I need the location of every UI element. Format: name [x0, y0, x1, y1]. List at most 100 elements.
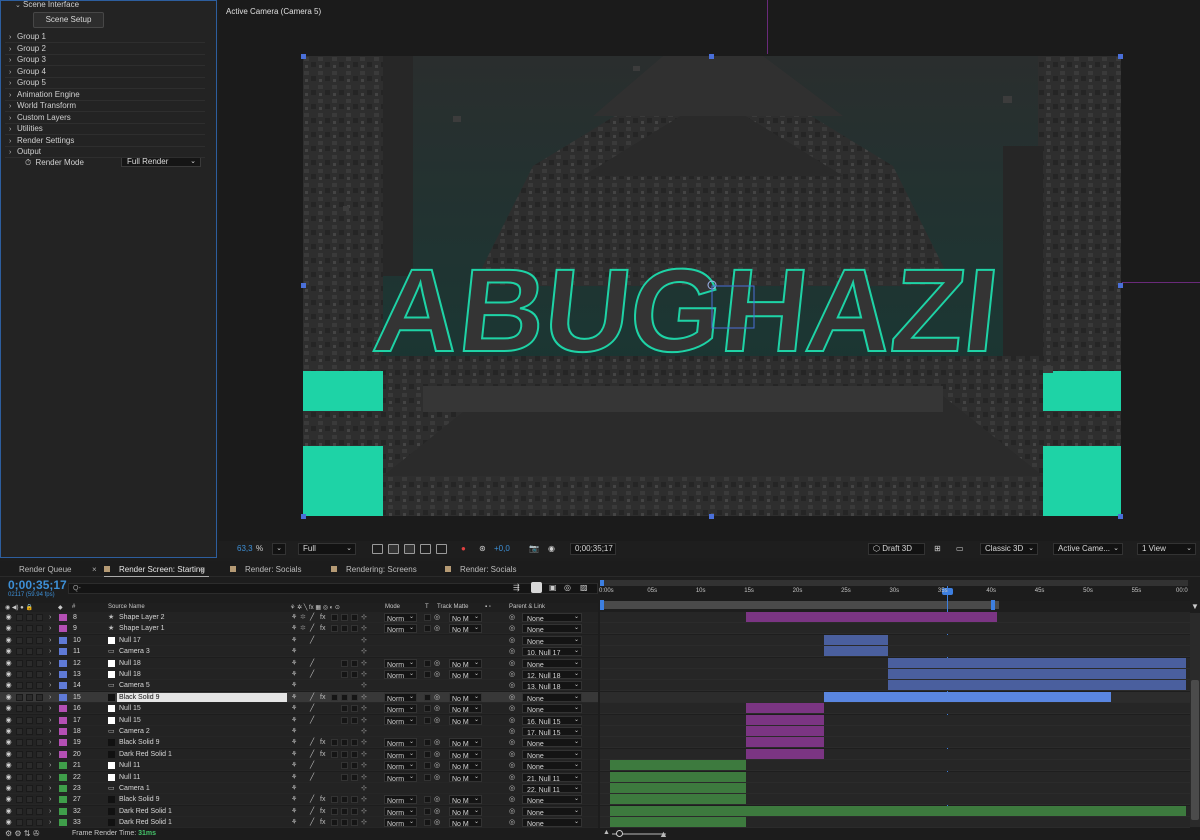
layer-row[interactable]: ◉ › 9 ★ Shape Layer 1 ⚘ ✲ ╱ fx ⊹ Norm ⌄ ◎ No M ⌄ ◎ None ⌄ [0, 623, 598, 635]
parent-dropdown[interactable]: 12. Null 18 ⌄ [522, 670, 582, 680]
frame-blend-switch[interactable] [341, 671, 348, 678]
layer-label-color[interactable] [59, 682, 67, 690]
motion-blur-switch[interactable] [351, 671, 358, 678]
layer-row[interactable]: ◉ › 10 Null 17 ⚘ ╱ ⊹ ◎ None ⌄ [0, 634, 598, 646]
effect-group-group-1[interactable]: › Group 1 [9, 31, 46, 42]
eye-icon[interactable]: ◉ [4, 612, 13, 623]
track-matte-dropdown[interactable]: No M ⌄ [449, 818, 482, 828]
track-matte-pickwhip-icon[interactable]: ◎ [434, 669, 440, 680]
quality-switch-icon[interactable]: ╱ [310, 772, 314, 783]
lock-toggle[interactable] [36, 693, 43, 701]
solo-toggle[interactable] [26, 693, 33, 701]
layer-name[interactable]: Camera 5 [119, 680, 150, 691]
frame-blend-switch[interactable] [341, 659, 348, 667]
collapse-switch-icon[interactable]: ⚘ [291, 623, 297, 634]
parent-pickwhip-icon[interactable]: ◎ [509, 749, 515, 760]
parent-dropdown[interactable]: None ⌄ [522, 818, 582, 828]
chevron-right-icon[interactable]: › [49, 692, 51, 703]
layer-name[interactable]: Null 15 [119, 703, 141, 714]
collapse-switch-icon[interactable]: ⚘ [291, 726, 297, 737]
layer-row[interactable]: ◉ › 18 ▭ Camera 2 ⚘ ⊹ ◎ 17. Null 15 ⌄ [0, 726, 598, 737]
fx-icon[interactable]: fx [320, 794, 325, 805]
blend-mode-dropdown[interactable]: Norm ⌄ [384, 749, 417, 760]
audio-toggle[interactable] [16, 716, 23, 724]
quality-switch-icon[interactable]: ╱ [310, 760, 314, 771]
track-matte-pickwhip-icon[interactable]: ◎ [434, 806, 440, 817]
layer-duration-bar[interactable] [887, 680, 1186, 691]
lock-toggle[interactable] [36, 785, 43, 792]
graph-editor-icon[interactable]: ▨ [580, 583, 588, 592]
parent-pickwhip-icon[interactable]: ◎ [509, 692, 515, 703]
collapse-switch-icon[interactable]: ⚘ [291, 612, 297, 623]
3d-layer-icon[interactable]: ⊹ [361, 715, 367, 726]
zoom-in-icon[interactable]: ▲ [659, 829, 668, 839]
preserve-transparency-switch[interactable] [424, 705, 431, 713]
layer-row[interactable]: ◉ › 8 ★ Shape Layer 2 ⚘ ✲ ╱ fx ⊹ Norm ⌄ ◎ No M ⌄ ◎ None ⌄ [0, 612, 598, 623]
chevron-right-icon[interactable]: › [49, 658, 51, 669]
preserve-transparency-switch[interactable] [424, 819, 431, 827]
chevron-right-icon[interactable]: › [49, 703, 51, 714]
solo-toggle[interactable] [26, 659, 33, 667]
layer-row[interactable]: ◉ › 14 ▭ Camera 5 ⚘ ⊹ ◎ 13. Null 18 ⌄ [0, 680, 598, 692]
eye-icon[interactable]: ◉ [4, 703, 13, 714]
layer-duration-bar[interactable] [609, 817, 747, 828]
fx-icon[interactable]: fx [320, 806, 325, 817]
track-matte-pickwhip-icon[interactable]: ◎ [434, 772, 440, 783]
tab-menu-icon[interactable]: ≡ [200, 565, 205, 574]
preserve-transparency-switch[interactable] [424, 625, 431, 633]
chevron-right-icon[interactable]: › [49, 646, 51, 657]
track-matte-pickwhip-icon[interactable]: ◎ [434, 692, 440, 703]
renderer-mode-dropdown[interactable]: Classic 3D ⌄ [980, 543, 1038, 555]
motion-blur-switch[interactable] [351, 659, 358, 667]
layer-label-color[interactable] [59, 762, 67, 770]
scene-setup-button[interactable]: Scene Setup [33, 12, 104, 28]
eye-icon[interactable]: ◉ [4, 772, 13, 783]
solo-toggle[interactable] [26, 762, 33, 770]
layer-duration-bar[interactable] [746, 726, 824, 736]
lock-toggle[interactable] [36, 762, 43, 770]
motion-blur-switch[interactable] [351, 716, 358, 724]
work-area-bar[interactable] [602, 601, 1000, 609]
layer-row[interactable]: ◉ › 15 Black Solid 9 ⚘ ╱ fx ⊹ Norm ⌄ ◎ No M ⌄ ◎ None ⌄ [0, 691, 598, 703]
blend-mode-dropdown[interactable]: Norm ⌄ [384, 624, 417, 634]
collapse-switch-icon[interactable]: ⚘ [291, 680, 297, 691]
layer-name[interactable]: Null 18 [119, 658, 141, 669]
transform-handle[interactable] [301, 283, 306, 288]
adjustment-switch[interactable] [351, 750, 358, 758]
tab-render-screen-starting[interactable]: Render Screen: Starting [104, 565, 205, 574]
timeline-zoom-knob[interactable] [616, 830, 623, 837]
parent-pickwhip-icon[interactable]: ◎ [509, 635, 515, 646]
mask-visibility-icon[interactable] [404, 544, 415, 554]
effect-group-group-3[interactable]: › Group 3 [9, 54, 46, 65]
lock-toggle[interactable] [36, 614, 43, 621]
audio-toggle[interactable] [16, 671, 23, 678]
3d-layer-icon[interactable]: ⊹ [361, 646, 367, 657]
3d-layer-icon[interactable]: ⊹ [361, 612, 367, 623]
collapse-switch-icon[interactable]: ⚘ [291, 715, 297, 726]
solo-toggle[interactable] [26, 728, 33, 735]
collapse-switch-icon[interactable]: ⚘ [291, 749, 297, 760]
quality-switch-icon[interactable]: ╱ [310, 749, 314, 760]
track-matte-dropdown[interactable]: No M ⌄ [449, 715, 482, 726]
fx-icon[interactable]: fx [320, 692, 325, 703]
color-management-icon[interactable]: ⊛ [479, 544, 486, 553]
blend-mode-dropdown[interactable]: Norm ⌄ [384, 692, 417, 703]
3d-layer-icon[interactable]: ⊹ [361, 703, 367, 714]
solo-toggle[interactable] [26, 625, 33, 633]
layer-name[interactable]: Black Solid 9 [119, 737, 159, 748]
chevron-right-icon[interactable]: › [49, 806, 51, 817]
3d-layer-icon[interactable]: ⊹ [361, 772, 367, 783]
eye-icon[interactable]: ◉ [4, 715, 13, 726]
track-matte-dropdown[interactable]: No M ⌄ [449, 738, 482, 748]
draft-3d-toggle-icon[interactable] [531, 582, 542, 593]
preserve-transparency-switch[interactable] [424, 773, 431, 781]
current-time-display[interactable]: 0;00;35;17 [8, 578, 67, 592]
eye-icon[interactable]: ◉ [4, 658, 13, 669]
motion-blur-switch[interactable] [341, 750, 348, 758]
layer-label-color[interactable] [59, 819, 67, 827]
motion-blur-switch[interactable] [351, 773, 358, 781]
collapse-switch-icon[interactable]: ⚘ [291, 794, 297, 805]
parent-pickwhip-icon[interactable]: ◎ [509, 703, 515, 714]
layer-label-color[interactable] [59, 671, 67, 678]
parent-pickwhip-icon[interactable]: ◎ [509, 783, 515, 794]
